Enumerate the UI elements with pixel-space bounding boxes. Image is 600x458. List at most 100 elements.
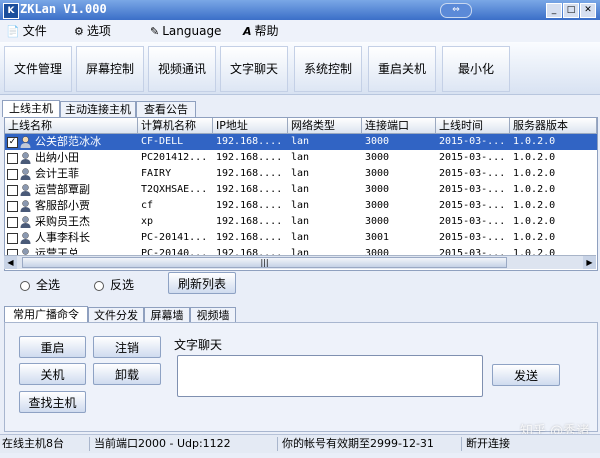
window-title: ZKLan V1.000	[20, 2, 107, 16]
tab-video-wall[interactable]: 视频墙	[190, 307, 236, 323]
cell-time: 2015-03-...	[439, 152, 506, 163]
host-tabs: 上线主机 主动连接主机 查看公告	[2, 100, 302, 117]
cell-ver: 1.0.2.0	[513, 152, 556, 163]
cell-ip: 192.168....	[216, 216, 283, 227]
text-chat-button[interactable]: 文字聊天	[220, 46, 288, 92]
menu-options[interactable]: ⚙ 选项	[74, 23, 111, 39]
row-checkbox[interactable]	[7, 169, 18, 180]
column-header-port[interactable]: 连接端口	[362, 118, 436, 133]
tab-announcements[interactable]: 查看公告	[136, 101, 196, 117]
invert-label: 反选	[110, 278, 135, 292]
cell-host-name: 运营部覃副	[35, 183, 90, 196]
screen-control-button[interactable]: 屏幕控制	[76, 46, 144, 92]
cell-host-name: 采购员王杰	[35, 215, 90, 228]
minimize-button[interactable]: 最小化	[442, 46, 510, 92]
column-header-computer[interactable]: 计算机名称	[138, 118, 213, 133]
select-all-radio[interactable]: 全选	[20, 276, 60, 293]
invert-selection-radio[interactable]: 反选	[94, 276, 134, 293]
cell-computer: FAIRY	[141, 168, 172, 179]
menu-language[interactable]: ✎ Language	[150, 23, 221, 39]
user-icon	[20, 168, 31, 180]
status-online-count: 在线主机8台	[0, 437, 90, 451]
table-row[interactable]: 采购员王杰 xp 192.168.... lan 3000 2015-03-... 1.0.…	[5, 214, 597, 230]
table-row[interactable]: 客服部小贾 cf 192.168.... lan 3000 2015-03-... 1.0.…	[5, 198, 597, 214]
status-bar: 在线主机8台 当前端口2000 - Udp:1122 你的帐号有效期至2999-…	[0, 434, 600, 453]
chat-label: 文字聊天	[174, 338, 223, 352]
cell-ip: 192.168....	[216, 184, 283, 195]
cell-port: 3000	[365, 216, 390, 227]
status-disconnect[interactable]: 断开连接	[464, 437, 598, 451]
table-row[interactable]: 人事李科长 PC-20141... 192.168.... lan 3001 2015-0…	[5, 230, 597, 246]
cell-net: lan	[291, 232, 310, 243]
table-row[interactable]: ✓ 公关部范冰冰 CF-DELL 192.168.... lan 3000 2015-03-…	[5, 134, 597, 150]
menu-bar: 📄 文件 ⚙ 选项 ✎ Language A 帮助	[0, 20, 600, 42]
find-host-button[interactable]: 查找主机	[19, 391, 86, 413]
cell-ver: 1.0.2.0	[513, 200, 556, 211]
table-row[interactable]: 会计王菲 FAIRY 192.168.... lan 3000 2015-03-... 1.…	[5, 166, 597, 182]
tab-active-connect[interactable]: 主动连接主机	[60, 101, 136, 117]
restart-shutdown-button[interactable]: 重启关机	[368, 46, 436, 92]
cell-port: 3000	[365, 136, 390, 147]
status-expiry: 你的帐号有效期至2999-12-31	[280, 437, 462, 451]
menu-file[interactable]: 📄 文件	[6, 23, 47, 39]
cell-ver: 1.0.2.0	[513, 232, 556, 243]
cell-port: 3000	[365, 168, 390, 179]
table-row[interactable]: 运营部覃副 T2QXHSAE... 192.168.... lan 3000 2015-0…	[5, 182, 597, 198]
column-header-time[interactable]: 上线时间	[436, 118, 510, 133]
video-call-button[interactable]: 视频通讯	[148, 46, 216, 92]
system-control-button[interactable]: 系统控制	[294, 46, 362, 92]
cell-computer: xp	[141, 216, 154, 227]
table-row[interactable]: 出纳小田 PC201412... 192.168.... lan 3000 2015-03…	[5, 150, 597, 166]
host-table: 上线名称 计算机名称 IP地址 网络类型 连接端口 上线时间 服务器版本 ✓ 公关…	[4, 117, 598, 271]
file-manager-button[interactable]: 文件管理	[4, 46, 72, 92]
tab-online-hosts[interactable]: 上线主机	[2, 100, 60, 117]
user-icon	[20, 184, 31, 196]
row-checkbox[interactable]	[7, 201, 18, 212]
column-header-ip[interactable]: IP地址	[213, 118, 288, 133]
scroll-thumb[interactable]: |||	[22, 257, 507, 268]
column-header-name[interactable]: 上线名称	[5, 118, 138, 133]
horizontal-scrollbar[interactable]: ◀ ||| ▶	[4, 255, 596, 269]
column-header-version[interactable]: 服务器版本	[510, 118, 597, 133]
cell-ip: 192.168....	[216, 136, 283, 147]
row-checkbox[interactable]: ✓	[7, 137, 18, 148]
row-checkbox[interactable]	[7, 217, 18, 228]
minimize-icon[interactable]: _	[546, 3, 562, 18]
cell-ip: 192.168....	[216, 200, 283, 211]
shutdown-button[interactable]: 关机	[19, 363, 86, 385]
resize-pill-icon[interactable]: ⇔	[440, 3, 472, 18]
tab-file-distribute[interactable]: 文件分发	[88, 307, 144, 323]
scroll-left-icon[interactable]: ◀	[4, 256, 17, 269]
tab-broadcast-commands[interactable]: 常用广播命令	[4, 306, 88, 323]
cell-port: 3000	[365, 200, 390, 211]
cell-time: 2015-03-...	[439, 216, 506, 227]
cell-ip: 192.168....	[216, 232, 283, 243]
logout-button[interactable]: 注销	[93, 336, 161, 358]
user-icon	[20, 136, 31, 148]
column-header-network[interactable]: 网络类型	[288, 118, 362, 133]
options-icon: ⚙	[74, 25, 84, 38]
uninstall-button[interactable]: 卸载	[93, 363, 161, 385]
cell-host-name: 出纳小田	[35, 151, 79, 164]
maximize-icon[interactable]: □	[563, 3, 579, 18]
cell-net: lan	[291, 216, 310, 227]
send-button[interactable]: 发送	[492, 364, 560, 386]
cell-ip: 192.168....	[216, 152, 283, 163]
restart-button[interactable]: 重启	[19, 336, 86, 358]
row-checkbox[interactable]	[7, 153, 18, 164]
user-icon	[20, 216, 31, 228]
scroll-right-icon[interactable]: ▶	[583, 256, 596, 269]
chat-input[interactable]	[177, 355, 483, 397]
user-icon	[20, 232, 31, 244]
select-all-label: 全选	[36, 278, 61, 292]
cell-computer: CF-DELL	[141, 136, 184, 147]
row-checkbox[interactable]	[7, 233, 18, 244]
tab-screen-wall[interactable]: 屏幕墙	[144, 307, 190, 323]
cell-time: 2015-03-...	[439, 200, 506, 211]
user-icon	[20, 152, 31, 164]
close-icon[interactable]: ✕	[580, 3, 596, 18]
row-checkbox[interactable]	[7, 185, 18, 196]
menu-help[interactable]: A 帮助	[243, 23, 279, 39]
cell-computer: cf	[141, 200, 154, 211]
refresh-list-button[interactable]: 刷新列表	[168, 272, 236, 294]
